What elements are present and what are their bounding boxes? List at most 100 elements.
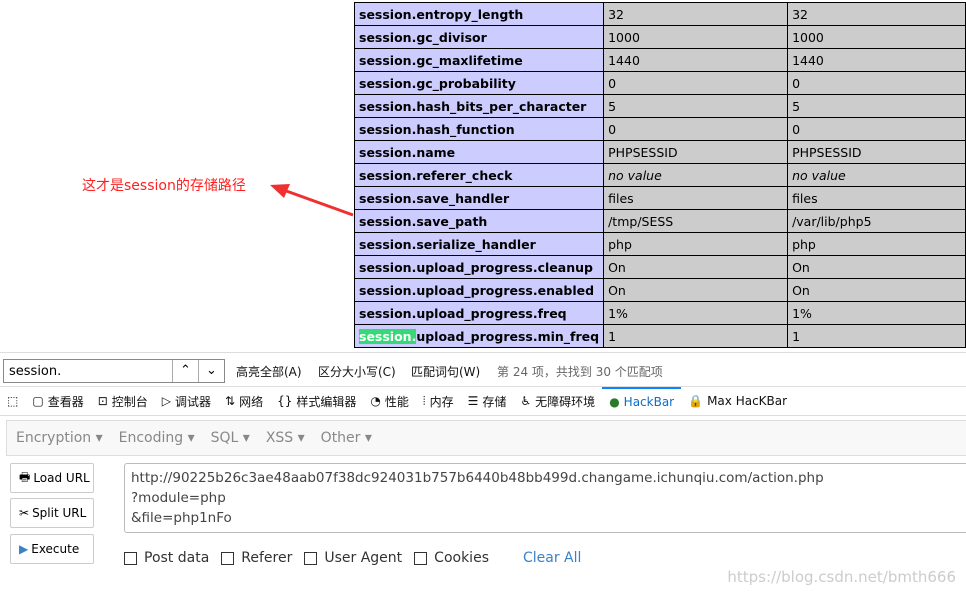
- find-input-value[interactable]: session.: [4, 360, 172, 382]
- master-value: PHPSESSID: [787, 140, 966, 164]
- referer-checkbox[interactable]: Referer: [221, 550, 292, 566]
- highlight-all-option[interactable]: 高亮全部(A): [236, 363, 302, 380]
- local-value: 5: [603, 94, 789, 118]
- options-row: Post data Referer User Agent Cookies Cle…: [124, 550, 581, 566]
- element-picker-icon[interactable]: ⬚: [0, 387, 25, 415]
- table-row: session.serialize_handler php php: [353, 232, 966, 256]
- load-url-button[interactable]: 🖶 Load URL: [10, 463, 94, 493]
- execute-button[interactable]: ▶ Execute: [10, 534, 94, 564]
- master-value: 1440: [787, 48, 966, 72]
- master-value: php: [787, 232, 966, 256]
- local-value: On: [603, 255, 789, 279]
- devtools-tab[interactable]: {} 样式编辑器: [270, 387, 363, 415]
- hackbar-menu: Encryption ▾ Encoding ▾ SQL ▾ XSS ▾ Other ▾: [6, 420, 966, 456]
- master-value: 0: [787, 71, 966, 95]
- table-row: session.gc_maxlifetime 1440 1440: [353, 48, 966, 72]
- scissors-icon: ✂: [19, 506, 30, 520]
- master-value: 1%: [787, 301, 966, 325]
- tab-icon: 🔒: [688, 394, 704, 408]
- match-case-option[interactable]: 区分大小写(C): [318, 363, 396, 380]
- tab-icon: ▷: [161, 394, 172, 408]
- clear-all-link[interactable]: Clear All: [523, 550, 581, 566]
- hackbar-menu-item[interactable]: Encoding ▾: [119, 430, 195, 446]
- post-data-checkbox[interactable]: Post data: [124, 550, 209, 566]
- local-value: 1: [603, 324, 789, 348]
- tab-icon: {}: [277, 394, 293, 408]
- url-textarea[interactable]: http://90225b26c3ae48aab07f38dc924031b75…: [124, 463, 966, 533]
- tab-label: 样式编辑器: [296, 394, 357, 409]
- devtools-tab[interactable]: ● HackBar: [602, 387, 682, 415]
- devtools-tab[interactable]: ☰ 存储: [461, 387, 514, 415]
- whole-words-option[interactable]: 匹配词句(W): [411, 363, 480, 380]
- tab-icon: ⊡: [97, 394, 108, 408]
- local-value: 0: [603, 71, 789, 95]
- devtools-tab[interactable]: ♿ 无障碍环境: [513, 387, 602, 415]
- devtools-tab[interactable]: ▢ 查看器: [25, 387, 90, 415]
- split-url-button[interactable]: ✂ Split URL: [10, 498, 94, 528]
- directive-name: session.hash_function: [353, 117, 605, 141]
- table-row: session.upload_progress.enabled On On: [353, 278, 966, 302]
- directive-name: session.hash_bits_per_character: [353, 94, 605, 118]
- find-next-button[interactable]: ⌄: [198, 360, 224, 382]
- table-row: session.name PHPSESSID PHPSESSID: [353, 140, 966, 164]
- table-row: session.hash_bits_per_character 5 5: [353, 94, 966, 118]
- table-row: session.save_path/tmp/SESS/var/lib/php5: [353, 209, 966, 233]
- table-row: session.hash_function 0 0: [353, 117, 966, 141]
- tab-label: 内存: [429, 394, 454, 409]
- local-value: 32: [603, 2, 789, 26]
- master-value: On: [787, 255, 966, 279]
- tab-icon: ☰: [467, 394, 479, 408]
- tab-label: Max HacKBar: [707, 394, 788, 408]
- hackbar-menu-item[interactable]: Other ▾: [321, 430, 372, 446]
- hackbar-menu-item[interactable]: Encryption ▾: [16, 430, 103, 446]
- tab-label: 控制台: [111, 394, 148, 409]
- local-value: On: [603, 278, 789, 302]
- directive-name: session.save_path: [353, 209, 605, 233]
- tab-label: HackBar: [623, 395, 675, 409]
- directive-name: session.gc_divisor: [353, 25, 605, 49]
- master-value: 1: [787, 324, 966, 348]
- table-row: session.gc_probability 0 0: [353, 71, 966, 95]
- url-line: ?module=php: [131, 490, 226, 506]
- devtools-tab[interactable]: 🔒 Max HacKBar: [681, 387, 794, 415]
- directive-name: session.entropy_length: [353, 2, 605, 26]
- local-value: /tmp/SESS: [603, 209, 789, 233]
- local-value: php: [603, 232, 789, 256]
- annotation-text: 这才是session的存储路径: [82, 178, 246, 194]
- devtools-tab[interactable]: ▷ 调试器: [155, 387, 218, 415]
- find-input[interactable]: session. ⌃ ⌄: [3, 359, 225, 383]
- directive-name: session.name: [353, 140, 605, 164]
- table-row: session.gc_divisor 1000 1000: [353, 25, 966, 49]
- tab-icon: ●: [609, 395, 620, 409]
- find-previous-button[interactable]: ⌃: [172, 360, 198, 382]
- local-value: 1%: [603, 301, 789, 325]
- user-agent-checkbox[interactable]: User Agent: [304, 550, 402, 566]
- tab-label: 无障碍环境: [535, 394, 596, 409]
- tab-icon: ⇅: [225, 394, 236, 408]
- master-value: files: [787, 186, 966, 210]
- devtools-tab[interactable]: ⇅ 网络: [218, 387, 270, 415]
- hackbar-menu-item[interactable]: XSS ▾: [266, 430, 305, 446]
- directive-name: session.referer_check: [353, 163, 605, 187]
- table-row: session.referer_check no value no value: [353, 163, 966, 187]
- cookies-checkbox[interactable]: Cookies: [414, 550, 489, 566]
- load-url-icon: 🖶: [19, 469, 31, 484]
- local-value: files: [603, 186, 789, 210]
- table-row: session.upload_progress.cleanup On On: [353, 255, 966, 279]
- devtools-tab[interactable]: ⦙ 内存: [416, 387, 461, 415]
- directive-name: session.upload_progress.enabled: [353, 278, 605, 302]
- hackbar-menu-item[interactable]: SQL ▾: [211, 430, 250, 446]
- split-url-label: Split URL: [32, 506, 87, 520]
- devtools-tab[interactable]: ◔ 性能: [363, 387, 416, 415]
- master-value: no value: [787, 163, 966, 187]
- annotation-arrow: [270, 184, 354, 217]
- directive-name: session.serialize_handler: [353, 232, 605, 256]
- directive-name: session.save_handler: [353, 186, 605, 210]
- tab-label: 网络: [239, 394, 264, 409]
- table-row: session.upload_progress.min_freq 1 1: [353, 324, 966, 348]
- tab-label: 性能: [384, 394, 409, 409]
- tab-icon: ▢: [32, 394, 44, 408]
- devtools-tab[interactable]: ⊡ 控制台: [91, 387, 155, 415]
- tab-label: 调试器: [175, 394, 212, 409]
- tab-label: 查看器: [47, 394, 84, 409]
